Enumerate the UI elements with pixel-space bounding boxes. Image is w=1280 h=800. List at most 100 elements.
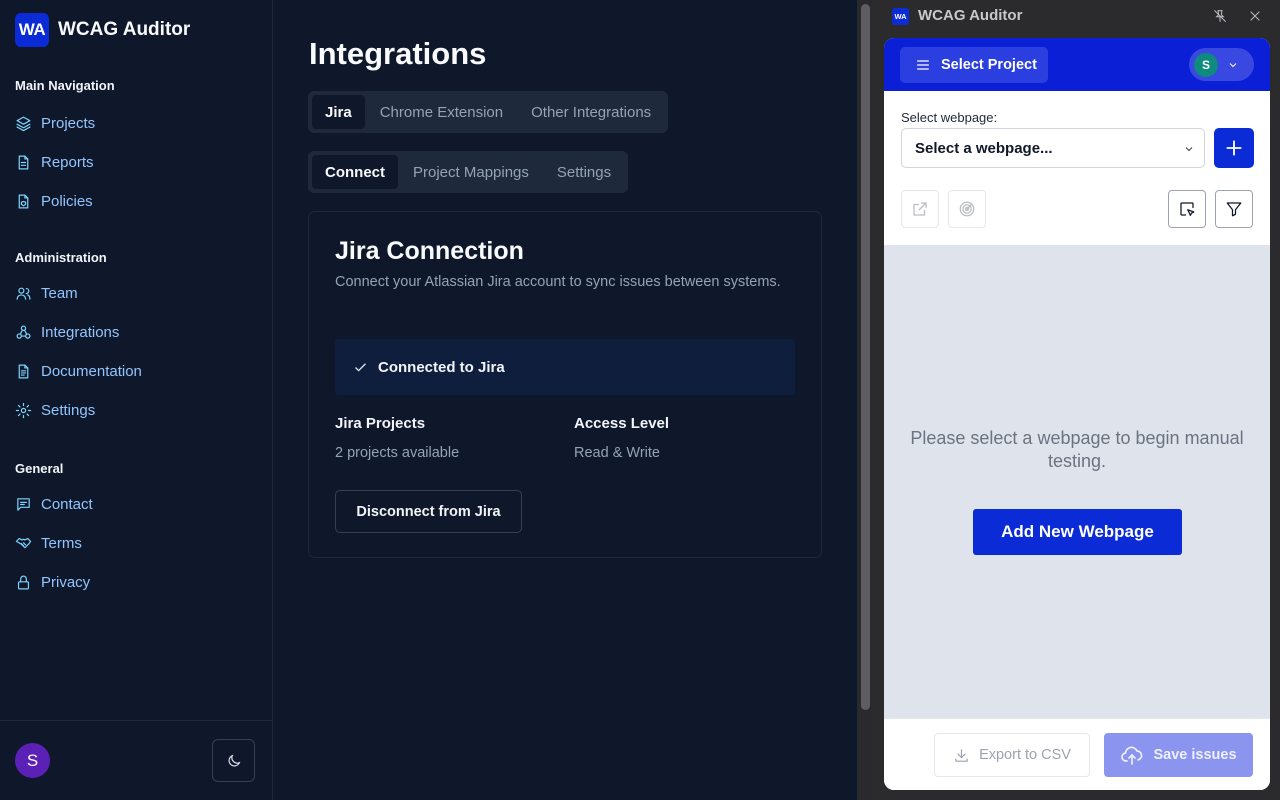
- sidebar-footer: S: [0, 720, 272, 800]
- gear-icon: [15, 402, 32, 419]
- access-level-value: Read & Write: [574, 445, 660, 461]
- open-external-button[interactable]: [901, 190, 939, 228]
- select-project-button[interactable]: Select Project: [900, 47, 1048, 83]
- close-panel-button[interactable]: [1247, 8, 1263, 24]
- nav-heading: General: [15, 461, 64, 476]
- tab-project-mappings[interactable]: Project Mappings: [400, 155, 542, 189]
- file-doc-icon: [18, 364, 29, 379]
- file-text-icon: [18, 155, 29, 170]
- extension-title: WCAG Auditor: [918, 7, 1023, 24]
- export-csv-button[interactable]: Export to CSV: [934, 733, 1090, 777]
- sidebar-item-contact[interactable]: Contact: [15, 485, 93, 524]
- jira-subtabs: Connect Project Mappings Settings: [308, 151, 629, 193]
- scrollbar-thumb[interactable]: [861, 4, 870, 710]
- webpage-select-value: Select a webpage...: [915, 139, 1053, 157]
- tab-other-integrations[interactable]: Other Integrations: [518, 95, 664, 129]
- empty-state-message: Please select a webpage to begin manual …: [910, 428, 1244, 471]
- empty-state: Please select a webpage to begin manual …: [884, 245, 1270, 718]
- users-icon: [16, 287, 31, 300]
- connection-status: Connected to Jira: [335, 339, 795, 395]
- cloud-upload-icon: [1121, 746, 1143, 765]
- pin-off-icon: [1214, 10, 1226, 22]
- nav-section-general: General Contact Terms Privacy: [15, 461, 93, 602]
- webhook-icon: [16, 325, 31, 339]
- message-icon: [17, 498, 30, 511]
- filter-icon: [1226, 202, 1242, 217]
- export-csv-label: Export to CSV: [979, 747, 1071, 763]
- webpage-select[interactable]: Select a webpage...: [901, 128, 1205, 168]
- access-level-label: Access Level: [574, 415, 670, 432]
- tab-chrome-extension[interactable]: Chrome Extension: [367, 95, 516, 129]
- status-text: Connected to Jira: [378, 358, 505, 376]
- card-title: Jira Connection: [335, 237, 524, 265]
- page-title: Integrations: [309, 36, 487, 71]
- sidebar-item-label: Integrations: [41, 324, 120, 341]
- external-link-icon: [913, 202, 927, 216]
- lock-icon: [17, 575, 30, 590]
- sidebar-item-policies[interactable]: Policies: [15, 182, 115, 221]
- sidebar-item-integrations[interactable]: Integrations: [15, 313, 142, 352]
- brand-logo: WA: [15, 13, 49, 47]
- scan-button[interactable]: [948, 190, 986, 228]
- panel-header: Select Project S: [884, 38, 1270, 91]
- nav-heading: Main Navigation: [15, 78, 115, 93]
- brand[interactable]: WA WCAG Auditor: [15, 13, 190, 47]
- sidebar-item-reports[interactable]: Reports: [15, 143, 115, 182]
- close-icon: [1250, 11, 1260, 21]
- extension-side-panel: WA WCAG Auditor Select Project S Select …: [873, 0, 1280, 800]
- plus-icon: [1226, 140, 1242, 156]
- sidebar-item-label: Reports: [41, 154, 94, 171]
- user-menu-button[interactable]: S: [1189, 48, 1254, 81]
- select-project-label: Select Project: [941, 57, 1037, 73]
- file-shield-icon: [18, 194, 29, 209]
- tab-settings[interactable]: Settings: [544, 155, 624, 189]
- disconnect-jira-button[interactable]: Disconnect from Jira: [335, 490, 522, 533]
- sidebar-item-label: Contact: [41, 496, 93, 513]
- avatar[interactable]: S: [15, 743, 50, 778]
- sidebar-item-projects[interactable]: Projects: [15, 104, 115, 143]
- sidebar-item-label: Privacy: [41, 574, 91, 591]
- jira-connection-card: Jira Connection Connect your Atlassian J…: [308, 211, 822, 558]
- card-description: Connect your Atlassian Jira account to s…: [335, 274, 781, 290]
- sidebar-item-label: Team: [41, 285, 78, 302]
- save-issues-button[interactable]: Save issues: [1104, 733, 1253, 777]
- add-new-webpage-button[interactable]: Add New Webpage: [973, 509, 1182, 555]
- moon-icon: [228, 754, 240, 766]
- nav-section-admin: Administration Team Integrations Documen…: [15, 250, 142, 430]
- nav-section-main: Main Navigation Projects Reports Policie…: [15, 78, 115, 221]
- radar-icon: [959, 201, 975, 217]
- sidebar-item-label: Projects: [41, 115, 96, 132]
- chevron-down-icon: [1229, 62, 1237, 67]
- sidebar-item-label: Settings: [41, 402, 96, 419]
- sidebar-item-privacy[interactable]: Privacy: [15, 563, 93, 602]
- menu-icon: [917, 60, 929, 70]
- sidebar-item-settings[interactable]: Settings: [15, 391, 142, 430]
- sidebar-item-team[interactable]: Team: [15, 274, 142, 313]
- cursor-select-icon: [1180, 202, 1195, 217]
- sidebar: WA WCAG Auditor Main Navigation Projects…: [0, 0, 273, 800]
- sidebar-item-label: Policies: [41, 193, 93, 210]
- jira-projects-value: 2 projects available: [335, 445, 460, 461]
- add-webpage-icon-button[interactable]: [1214, 128, 1254, 168]
- filter-button[interactable]: [1215, 190, 1253, 228]
- theme-toggle-button[interactable]: [212, 739, 255, 782]
- sidebar-item-terms[interactable]: Terms: [15, 524, 93, 563]
- integration-tabs: Jira Chrome Extension Other Integrations: [308, 91, 669, 133]
- handshake-icon: [15, 537, 32, 549]
- extension-titlebar: WA WCAG Auditor: [873, 0, 1280, 33]
- main-content: Integrations Jira Chrome Extension Other…: [273, 0, 857, 800]
- tab-connect[interactable]: Connect: [312, 155, 398, 189]
- jira-projects-label: Jira Projects: [335, 415, 426, 432]
- save-issues-label: Save issues: [1153, 747, 1237, 763]
- sidebar-item-documentation[interactable]: Documentation: [15, 352, 142, 391]
- unpin-button[interactable]: [1212, 8, 1228, 24]
- sidebar-item-label: Terms: [41, 535, 82, 552]
- element-picker-button[interactable]: [1168, 190, 1206, 228]
- layers-icon: [16, 116, 31, 132]
- brand-name: WCAG Auditor: [58, 19, 191, 40]
- sidebar-item-label: Documentation: [41, 363, 142, 380]
- tab-jira[interactable]: Jira: [312, 95, 365, 129]
- extension-panel: Select Project S Select webpage: Select …: [884, 38, 1270, 790]
- panel-footer: Export to CSV Save issues: [884, 718, 1270, 790]
- nav-heading: Administration: [15, 250, 107, 265]
